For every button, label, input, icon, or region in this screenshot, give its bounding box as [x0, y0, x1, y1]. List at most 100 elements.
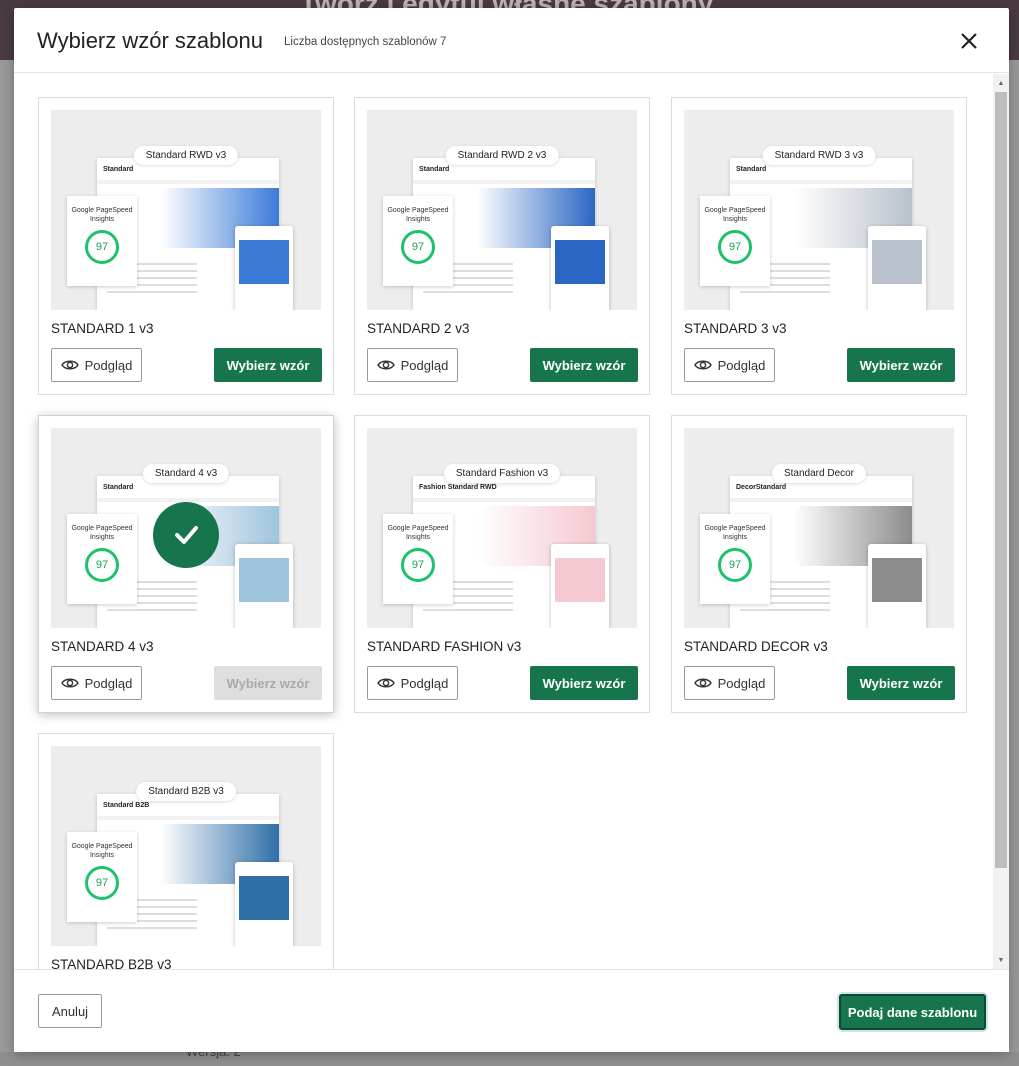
- choose-template-button[interactable]: Wybierz wzór: [847, 348, 955, 382]
- background-bottom: [0, 1052, 1019, 1066]
- mobile-mockup-screen: [872, 558, 922, 602]
- mockup-brand: Standard B2B: [103, 802, 150, 809]
- thumbnail-label: Standard B2B v3: [136, 782, 236, 801]
- template-card: Standard RWD 3 v3 Standard Google PageSp…: [671, 97, 967, 395]
- preview-button[interactable]: Podgląd: [367, 666, 458, 700]
- mobile-mockup: [551, 226, 609, 310]
- mockup-nav: [97, 180, 279, 184]
- template-picker-modal: Wybierz wzór szablonu Liczba dostępnych …: [14, 8, 1009, 1052]
- pagespeed-score: 97: [85, 230, 119, 264]
- template-thumbnail[interactable]: Standard Fashion v3 Fashion Standard RWD…: [367, 428, 637, 628]
- close-icon: [961, 33, 977, 49]
- pagespeed-badge: Google PageSpeed Insights 97: [383, 514, 453, 604]
- template-card: Standard Fashion v3 Fashion Standard RWD…: [354, 415, 650, 713]
- mockup-brand: Standard: [419, 166, 450, 173]
- preview-label: Podgląd: [84, 675, 133, 691]
- submit-template-button[interactable]: Podaj dane szablonu: [839, 994, 986, 1030]
- pagespeed-score: 97: [401, 548, 435, 582]
- thumbnail-label: Standard Decor: [771, 464, 867, 483]
- cancel-button[interactable]: Anuluj: [38, 994, 102, 1028]
- mockup-nav: [97, 816, 279, 820]
- scroll-down-arrow-icon[interactable]: ▼: [993, 953, 1009, 967]
- eye-icon: [693, 678, 712, 688]
- preview-button[interactable]: Podgląd: [51, 348, 142, 382]
- pagespeed-score: 97: [718, 230, 752, 264]
- mobile-mockup: [551, 544, 609, 628]
- template-thumbnail[interactable]: Standard RWD v3 Standard Google PageSpee…: [51, 110, 321, 310]
- close-button[interactable]: [954, 26, 984, 56]
- mobile-mockup-screen: [239, 240, 289, 284]
- pagespeed-badge: Google PageSpeed Insights 97: [700, 196, 770, 286]
- mockup-brand: Standard: [103, 484, 134, 491]
- pagespeed-label: Google PageSpeed Insights: [704, 207, 766, 223]
- preview-label: Podgląd: [717, 357, 766, 373]
- thumbnail-label: Standard Fashion v3: [443, 464, 561, 483]
- template-thumbnail[interactable]: Standard RWD 2 v3 Standard Google PageSp…: [367, 110, 637, 310]
- thumbnail-label: Standard RWD v3: [133, 146, 239, 165]
- mobile-mockup-screen: [239, 876, 289, 920]
- pagespeed-label: Google PageSpeed Insights: [387, 207, 449, 223]
- template-thumbnail[interactable]: Standard RWD 3 v3 Standard Google PageSp…: [684, 110, 954, 310]
- modal-title: Wybierz wzór szablonu: [37, 28, 263, 53]
- mobile-mockup-screen: [555, 240, 605, 284]
- preview-button[interactable]: Podgląd: [51, 666, 142, 700]
- eye-icon: [693, 360, 712, 370]
- preview-label: Podgląd: [717, 675, 766, 691]
- mobile-mockup-screen: [872, 240, 922, 284]
- choose-template-button[interactable]: Wybierz wzór: [847, 666, 955, 700]
- template-name: STANDARD 1 v3: [51, 321, 154, 336]
- preview-button[interactable]: Podgląd: [684, 666, 775, 700]
- mockup-brand: Standard: [736, 166, 767, 173]
- pagespeed-badge: Google PageSpeed Insights 97: [383, 196, 453, 286]
- template-name: STANDARD DECOR v3: [684, 639, 828, 654]
- preview-label: Podgląd: [84, 357, 133, 373]
- background-left: [0, 60, 14, 1066]
- preview-label: Podgląd: [400, 675, 449, 691]
- mockup-brand: Fashion Standard RWD: [419, 484, 497, 491]
- mockup-brand: Standard: [103, 166, 134, 173]
- preview-label: Podgląd: [400, 357, 449, 373]
- thumbnail-label: Standard 4 v3: [142, 464, 230, 483]
- template-card: Standard RWD 2 v3 Standard Google PageSp…: [354, 97, 650, 395]
- template-thumbnail[interactable]: Standard 4 v3 Standard Google PageSpeed …: [51, 428, 321, 628]
- pagespeed-label: Google PageSpeed Insights: [704, 525, 766, 541]
- scroll-thumb[interactable]: [995, 92, 1007, 868]
- modal-header: Wybierz wzór szablonu Liczba dostępnych …: [14, 8, 1009, 73]
- eye-icon: [376, 360, 395, 370]
- preview-button[interactable]: Podgląd: [684, 348, 775, 382]
- templates-grid: Standard RWD v3 Standard Google PageSpee…: [14, 74, 1009, 969]
- mockup-nav: [730, 498, 912, 502]
- template-name: STANDARD 4 v3: [51, 639, 154, 654]
- choose-template-button[interactable]: Wybierz wzór: [214, 348, 322, 382]
- template-card: Standard Decor DecorStandard Google Page…: [671, 415, 967, 713]
- pagespeed-label: Google PageSpeed Insights: [71, 843, 133, 859]
- preview-button[interactable]: Podgląd: [367, 348, 458, 382]
- pagespeed-badge: Google PageSpeed Insights 97: [67, 514, 137, 604]
- pagespeed-score: 97: [85, 866, 119, 900]
- eye-icon: [60, 678, 79, 688]
- scroll-up-arrow-icon[interactable]: ▲: [993, 76, 1009, 90]
- mockup-nav: [413, 180, 595, 184]
- template-name: STANDARD B2B v3: [51, 957, 172, 969]
- eye-icon: [60, 360, 79, 370]
- template-thumbnail[interactable]: Standard Decor DecorStandard Google Page…: [684, 428, 954, 628]
- template-card: Standard RWD v3 Standard Google PageSpee…: [38, 97, 334, 395]
- mockup-nav: [730, 180, 912, 184]
- template-thumbnail[interactable]: Standard B2B v3 Standard B2B Google Page…: [51, 746, 321, 946]
- pagespeed-score: 97: [85, 548, 119, 582]
- mobile-mockup-screen: [555, 558, 605, 602]
- pagespeed-badge: Google PageSpeed Insights 97: [700, 514, 770, 604]
- mobile-mockup: [235, 544, 293, 628]
- scrollbar[interactable]: ▲ ▼: [993, 74, 1009, 969]
- choose-template-button: Wybierz wzór: [214, 666, 322, 700]
- selected-check-icon: [153, 502, 219, 568]
- choose-template-button[interactable]: Wybierz wzór: [530, 348, 638, 382]
- pagespeed-label: Google PageSpeed Insights: [71, 525, 133, 541]
- background-right: [1009, 60, 1019, 1066]
- pagespeed-badge: Google PageSpeed Insights 97: [67, 832, 137, 922]
- mockup-nav: [413, 498, 595, 502]
- eye-icon: [376, 678, 395, 688]
- mobile-mockup-screen: [239, 558, 289, 602]
- template-card: Standard B2B v3 Standard B2B Google Page…: [38, 733, 334, 969]
- choose-template-button[interactable]: Wybierz wzór: [530, 666, 638, 700]
